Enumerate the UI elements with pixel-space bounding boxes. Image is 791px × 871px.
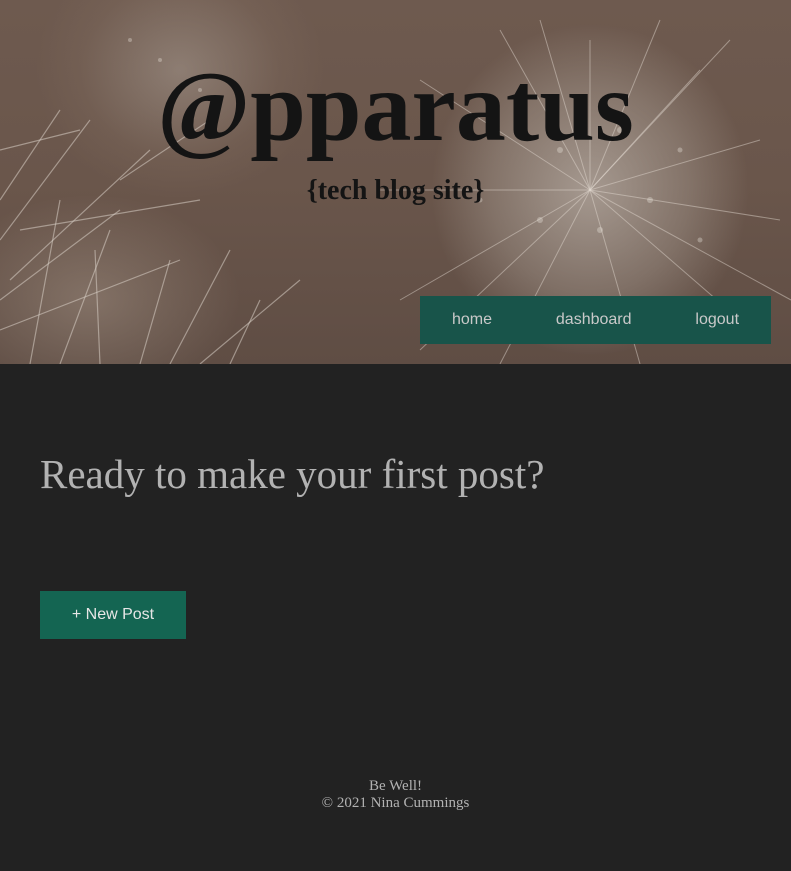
page-heading: Ready to make your first post? [40,451,545,497]
site-title: @pparatus [157,51,634,162]
footer: Be Well! © 2021 Nina Cummings [0,778,791,812]
main-nav: home dashboard logout [420,296,771,344]
nav-home-link[interactable]: home [438,311,506,329]
nav-logout-link[interactable]: logout [681,311,753,329]
header-hero: @pparatus {tech blog site} home dashboar… [0,0,791,364]
new-post-button[interactable]: + New Post [40,591,186,639]
page: @pparatus {tech blog site} home dashboar… [0,0,791,871]
footer-copyright: © 2021 Nina Cummings [321,795,470,811]
site-subtitle: {tech blog site} [306,175,485,206]
footer-tagline: Be Well! [368,778,423,794]
nav-dashboard-link[interactable]: dashboard [542,311,646,329]
